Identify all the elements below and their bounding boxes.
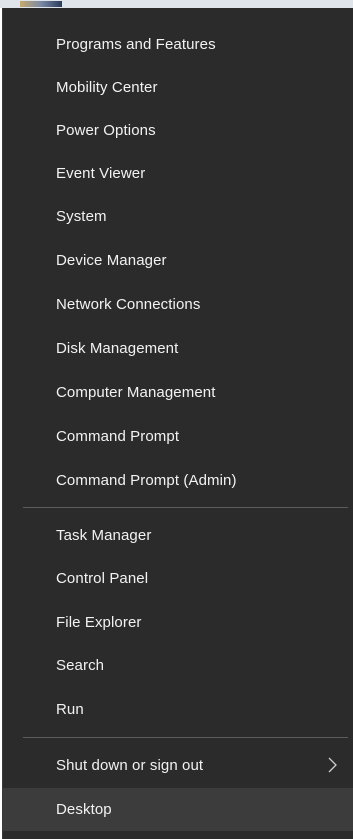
menu-item-label: Command Prompt (Admin) bbox=[56, 472, 237, 489]
menu-separator bbox=[23, 737, 348, 738]
menu-item-label: Computer Management bbox=[56, 384, 216, 401]
menu-item-label: Task Manager bbox=[56, 527, 152, 544]
menu-item-desktop[interactable]: Desktop bbox=[3, 788, 353, 831]
menu-item-label: Device Manager bbox=[56, 252, 167, 269]
menu-item-mobility-center[interactable]: Mobility Center bbox=[3, 66, 353, 109]
menu-item-label: Mobility Center bbox=[56, 79, 158, 96]
chevron-right-icon bbox=[328, 757, 337, 773]
menu-item-label: Shut down or sign out bbox=[56, 757, 204, 774]
menu-item-label: System bbox=[56, 208, 107, 225]
menu-item-computer-management[interactable]: Computer Management bbox=[3, 371, 353, 414]
desktop-background-strip bbox=[0, 0, 353, 8]
power-user-menu: Programs and Features Mobility Center Po… bbox=[2, 8, 353, 839]
menu-item-label: Network Connections bbox=[56, 296, 201, 313]
menu-item-label: Disk Management bbox=[56, 340, 179, 357]
menu-item-network-connections[interactable]: Network Connections bbox=[3, 283, 353, 326]
menu-item-search[interactable]: Search bbox=[3, 644, 353, 687]
menu-item-label: Search bbox=[56, 657, 105, 674]
menu-item-label: Control Panel bbox=[56, 570, 149, 587]
menu-item-command-prompt-admin[interactable]: Command Prompt (Admin) bbox=[3, 459, 353, 502]
desktop-background-fragment bbox=[20, 1, 62, 7]
menu-item-power-options[interactable]: Power Options bbox=[3, 109, 353, 152]
menu-item-disk-management[interactable]: Disk Management bbox=[3, 327, 353, 370]
menu-item-file-explorer[interactable]: File Explorer bbox=[3, 601, 353, 644]
menu-item-event-viewer[interactable]: Event Viewer bbox=[3, 152, 353, 195]
menu-separator bbox=[23, 507, 348, 508]
menu-item-label: Event Viewer bbox=[56, 165, 146, 182]
menu-item-command-prompt[interactable]: Command Prompt bbox=[3, 415, 353, 458]
menu-item-label: File Explorer bbox=[56, 614, 142, 631]
menu-item-control-panel[interactable]: Control Panel bbox=[3, 557, 353, 600]
menu-item-device-manager[interactable]: Device Manager bbox=[3, 239, 353, 282]
menu-item-label: Run bbox=[56, 701, 84, 718]
menu-item-programs-and-features[interactable]: Programs and Features bbox=[3, 23, 353, 66]
menu-item-label: Desktop bbox=[56, 801, 112, 818]
menu-item-label: Command Prompt bbox=[56, 428, 180, 445]
menu-item-shut-down-or-sign-out[interactable]: Shut down or sign out bbox=[3, 744, 353, 787]
menu-item-task-manager[interactable]: Task Manager bbox=[3, 514, 353, 557]
menu-item-run[interactable]: Run bbox=[3, 688, 353, 731]
menu-item-system[interactable]: System bbox=[3, 195, 353, 238]
menu-item-label: Power Options bbox=[56, 122, 156, 139]
menu-item-label: Programs and Features bbox=[56, 36, 216, 53]
